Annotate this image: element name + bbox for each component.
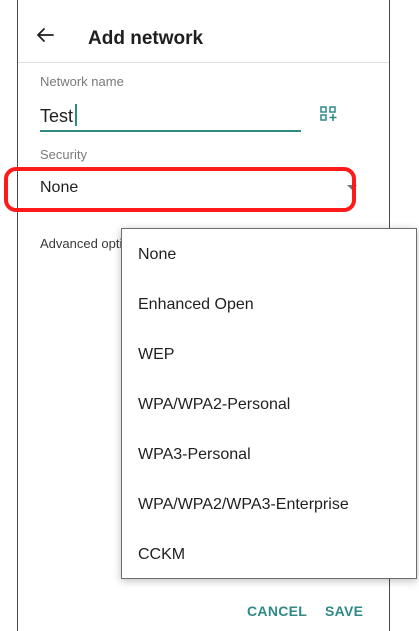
text-caret bbox=[75, 104, 77, 126]
menu-item-cckm[interactable]: CCKM bbox=[122, 531, 416, 579]
menu-item-wep[interactable]: WEP bbox=[122, 331, 416, 379]
page-title: Add network bbox=[88, 28, 204, 49]
header-divider bbox=[18, 62, 389, 63]
advanced-options-label[interactable]: Advanced opti bbox=[40, 236, 122, 251]
security-highlight-annotation bbox=[4, 167, 356, 212]
security-label: Security bbox=[40, 147, 87, 162]
dialog-header: Add network bbox=[18, 0, 389, 62]
cancel-button[interactable]: CANCEL bbox=[247, 603, 307, 619]
menu-item-enhanced-open[interactable]: Enhanced Open bbox=[122, 281, 416, 329]
menu-item-wpa-enterprise[interactable]: WPA/WPA2/WPA3-Enterprise bbox=[122, 481, 416, 529]
menu-item-wpa-wpa2-personal[interactable]: WPA/WPA2-Personal bbox=[122, 381, 416, 429]
menu-item-none[interactable]: None bbox=[122, 231, 416, 279]
network-name-label: Network name bbox=[40, 74, 124, 89]
menu-item-wpa3-personal[interactable]: WPA3-Personal bbox=[122, 431, 416, 479]
qr-code-scan-icon[interactable] bbox=[320, 106, 337, 122]
security-dropdown-menu: None Enhanced Open WEP WPA/WPA2-Personal… bbox=[121, 228, 417, 579]
network-name-input[interactable] bbox=[40, 102, 301, 132]
arrow-left-icon[interactable] bbox=[36, 27, 54, 43]
save-button[interactable]: SAVE bbox=[325, 603, 363, 619]
